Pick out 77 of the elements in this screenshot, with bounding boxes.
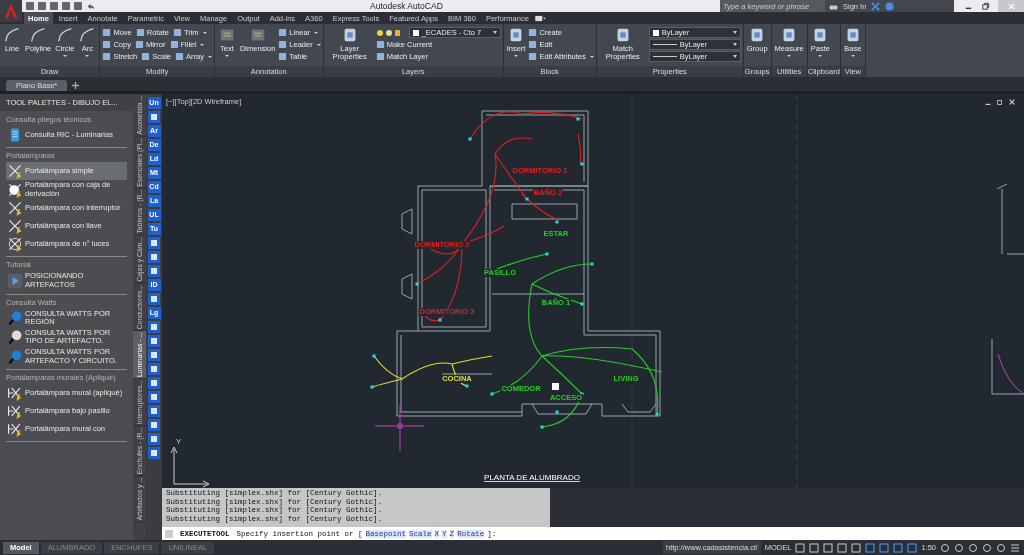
status-toggle-icon[interactable] [823, 542, 834, 553]
caret-icon [732, 43, 737, 46]
toolbar-icon[interactable] [148, 237, 160, 249]
lamp-icon [7, 218, 23, 235]
caret-icon [787, 55, 792, 58]
status-toggle-icon[interactable] [879, 542, 890, 553]
toolbar-icon[interactable] [148, 419, 160, 431]
caret-icon [224, 55, 229, 58]
panel-toggle-icon[interactable] [534, 14, 546, 22]
drawing-title: PLANTA DE ALUMBRADO [484, 473, 580, 482]
status-toggle-icon[interactable] [954, 542, 964, 553]
lamp-icon [7, 200, 23, 217]
menu-icon[interactable] [1010, 542, 1020, 553]
toolbar-icon[interactable] [148, 391, 160, 403]
magnifier-icon [7, 310, 23, 327]
command-prompt-icon [165, 529, 173, 538]
toolbar-icon[interactable] [148, 265, 160, 277]
toolbar-icon[interactable] [148, 335, 160, 347]
status-toggle-icon[interactable] [851, 542, 862, 553]
magnifier-icon [7, 329, 23, 346]
undo-icon[interactable] [86, 1, 95, 11]
status-toggle-icon[interactable] [982, 542, 992, 553]
caret-icon [314, 31, 319, 34]
caret-icon [732, 31, 737, 34]
caret-icon [85, 55, 90, 58]
caret-icon [207, 55, 212, 58]
status-toggle-icon[interactable] [865, 542, 876, 553]
status-toggle-icon[interactable] [795, 542, 806, 553]
toolbar-icon[interactable] [148, 377, 160, 389]
toolbar-icon[interactable] [148, 363, 160, 375]
status-toggle-icon[interactable] [893, 542, 904, 553]
caret-icon [514, 55, 519, 58]
caret-icon [732, 55, 737, 58]
status-toggle-icon[interactable] [996, 542, 1006, 553]
status-toggle-icon[interactable] [809, 542, 820, 553]
toolbar-icon[interactable] [148, 321, 160, 333]
color-swatch-icon [412, 29, 419, 36]
caret-icon [850, 55, 855, 58]
toolbar-icon[interactable] [148, 293, 160, 305]
caret-icon [589, 55, 594, 58]
toolbar-icon[interactable] [148, 405, 160, 417]
restore-icon[interactable] [996, 98, 1004, 106]
restore-icon[interactable] [981, 1, 990, 11]
close-icon [1006, 1, 1016, 11]
lamp-icon [7, 403, 23, 420]
new-tab-icon[interactable] [71, 81, 81, 90]
caret-icon [316, 43, 321, 46]
toolbar-icon[interactable] [148, 447, 160, 459]
magnifier-icon [7, 348, 23, 365]
axis-label: Y [176, 437, 182, 446]
caret-icon [818, 55, 823, 58]
toolbar-icon[interactable] [148, 349, 160, 361]
status-toggle-icon[interactable] [940, 542, 950, 553]
status-toggle-icon[interactable] [837, 542, 848, 553]
lamp-icon [7, 181, 23, 198]
toolbar-icon[interactable] [148, 433, 160, 445]
line-sample-icon [652, 44, 677, 45]
caret-icon [202, 31, 207, 34]
color-swatch-icon [652, 29, 659, 36]
lamp-icon [7, 385, 23, 402]
caret-icon [492, 31, 497, 34]
window-title: Autodesk AutoCAD [370, 1, 443, 11]
close-icon[interactable] [1008, 98, 1016, 106]
lamp-icon [7, 163, 23, 179]
status-toggle-icon[interactable] [907, 542, 918, 553]
tool-icon [3, 26, 21, 44]
tool-icon [55, 26, 74, 44]
caret-icon [62, 55, 67, 58]
crosshair-cursor [374, 404, 425, 452]
lamp-icon [7, 421, 23, 438]
line-sample-icon [652, 56, 677, 57]
toolbar-icon[interactable] [148, 111, 160, 123]
status-toggle-icon[interactable] [968, 542, 978, 553]
play-icon [7, 272, 23, 289]
lamp-icon [7, 236, 23, 253]
toolbar-icon[interactable] [148, 251, 160, 263]
caret-icon [200, 43, 205, 46]
